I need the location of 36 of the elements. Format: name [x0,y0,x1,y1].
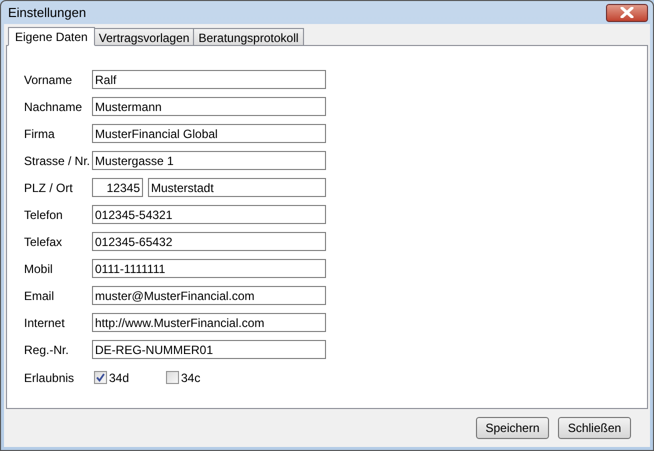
input-field[interactable]: Mustergasse 1 [92,151,326,170]
field-label: Reg.-Nr. [24,342,70,358]
field-label: Internet [24,314,66,332]
dialog-button[interactable]: Schließen [558,417,631,439]
field-label: Strasse / Nr. [24,152,92,170]
field-label: Telefax [24,234,64,250]
dialog-button[interactable]: Speichern [476,417,549,439]
field-label: Telefon [24,206,64,224]
input-field[interactable]: 012345-65432 [92,232,326,251]
input-field[interactable]: Musterstadt [148,178,326,197]
field-label: Erlaubnis [24,370,76,386]
input-field[interactable]: 12345 [92,178,143,197]
field-label: Nachname [24,98,84,116]
field-label: PLZ / Ort [24,180,74,196]
checkbox[interactable] [166,371,179,384]
field-label: Firma [24,126,56,142]
field-label: Email [24,288,56,304]
close-button[interactable] [606,4,648,22]
checkbox-label: 34c [181,370,200,386]
tab[interactable]: Eigene Daten [8,27,95,46]
input-field[interactable]: muster@MusterFinancial.com [92,286,326,305]
tab[interactable]: Vertragsvorlagen [94,28,194,45]
field-label: Mobil [24,260,54,278]
checkbox[interactable] [94,371,107,384]
input-field[interactable]: Mustermann [92,97,326,116]
input-field[interactable]: MusterFinancial Global [92,124,326,143]
window-title: Einstellungen [7,4,86,22]
input-field[interactable]: Ralf [92,70,326,89]
input-field[interactable]: 0111-1111111 [92,259,326,278]
input-field[interactable]: DE-REG-NUMMER01 [92,340,326,359]
field-label: Vorname [24,72,74,88]
tab[interactable]: Beratungsprotokoll [193,28,304,45]
input-field[interactable]: http://www.MusterFinancial.com [92,313,326,332]
checkbox-label: 34d [109,370,130,386]
input-field[interactable]: 012345-54321 [92,205,326,224]
close-icon [620,7,634,18]
